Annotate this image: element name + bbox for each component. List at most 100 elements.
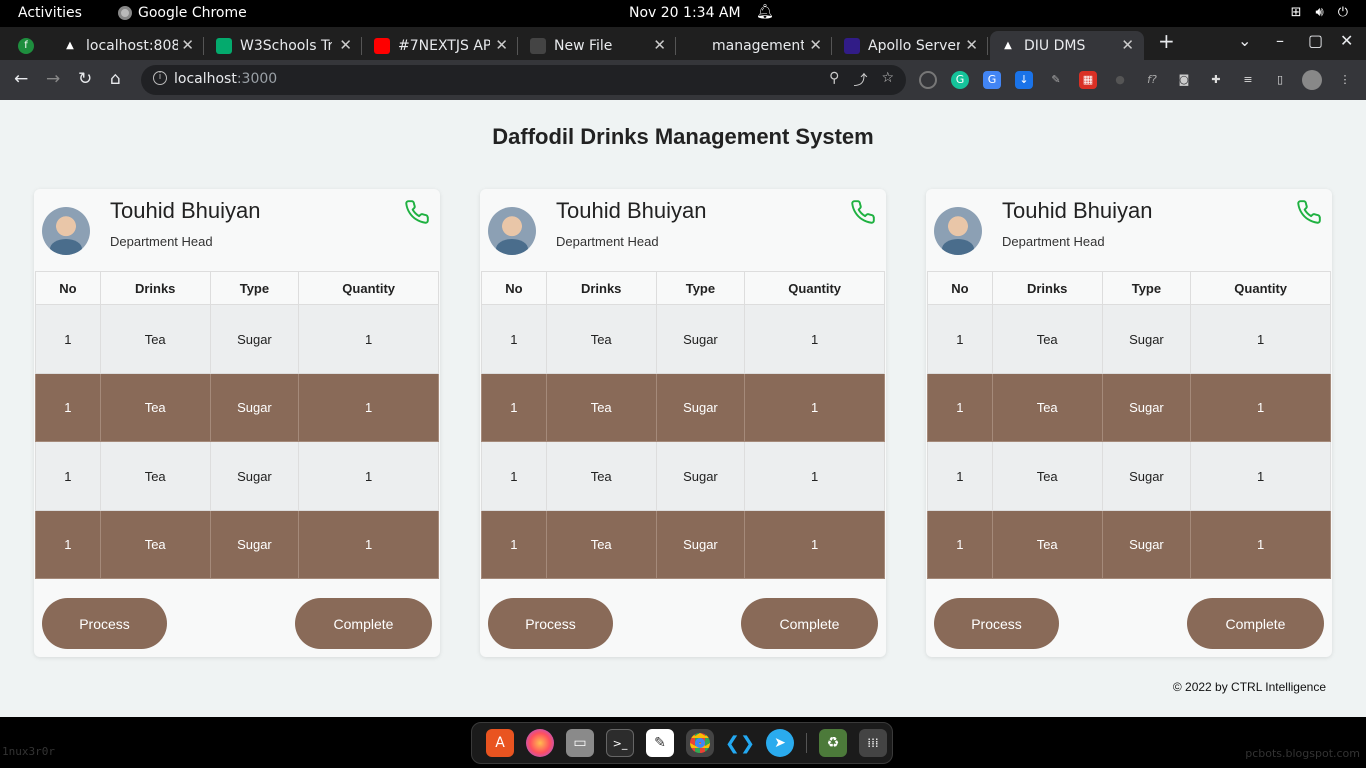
back-icon[interactable]: ← <box>14 69 28 89</box>
tab-close-icon[interactable]: ✕ <box>653 36 666 54</box>
tab-close-icon[interactable]: ✕ <box>809 36 822 54</box>
table-cell: 1 <box>298 373 439 442</box>
tab-4[interactable]: management ✕ <box>678 31 832 60</box>
forward-icon[interactable]: → <box>46 69 60 89</box>
vscode-icon[interactable]: ❮❯ <box>725 729 755 757</box>
tab-close-icon[interactable]: ✕ <box>339 36 352 54</box>
site-info-icon[interactable]: i <box>153 71 167 85</box>
dock-separator <box>806 733 807 753</box>
url-text[interactable]: localhost:3000 <box>174 71 277 87</box>
table-cell: 1 <box>744 441 885 511</box>
profile-avatar[interactable] <box>1302 70 1322 90</box>
tab-title: #7NEXTJS AP <box>398 37 490 54</box>
tab-group-icon: f <box>18 37 34 54</box>
table-row: 1 Tea Sugar 1 <box>481 373 885 442</box>
chrome-dock-icon[interactable] <box>686 729 714 757</box>
telegram-icon[interactable]: ➤ <box>766 729 794 757</box>
clock[interactable]: Nov 20 1:34 AM <box>629 5 741 21</box>
process-button[interactable]: Process <box>42 598 167 649</box>
software-center-icon[interactable]: A <box>486 729 514 757</box>
zoom-icon[interactable]: ⚲ <box>829 70 839 90</box>
notification-bell-icon[interactable]: 🔔︎ <box>756 4 774 20</box>
formula-icon[interactable]: f? <box>1143 71 1161 89</box>
extensions-puzzle-icon[interactable]: ✚ <box>1207 71 1225 89</box>
terminal-icon[interactable]: >_ <box>606 729 634 757</box>
system-tray[interactable]: ⊞ 🔊︎ ⏻ <box>1291 5 1348 20</box>
apollo-icon <box>844 37 860 54</box>
complete-button[interactable]: Complete <box>741 598 878 649</box>
table-cell: 1 <box>1190 373 1331 442</box>
files-icon[interactable]: ▭ <box>566 729 594 757</box>
person-name: Touhid Bhuiyan <box>556 198 707 223</box>
camera-icon[interactable]: ◙ <box>1175 71 1193 89</box>
tab-search-chevron-icon[interactable]: ⌄ <box>1238 31 1251 50</box>
tab-separator <box>361 37 362 55</box>
color-picker-icon[interactable]: ✎ <box>1047 71 1065 89</box>
trash-icon[interactable]: ♻ <box>819 729 847 757</box>
table-row: 1 Tea Sugar 1 <box>481 510 885 579</box>
person-role: Department Head <box>1002 234 1105 249</box>
tab-1[interactable]: W3Schools Tr ✕ <box>206 31 362 60</box>
table-cell: Tea <box>545 510 657 579</box>
table-cell: 1 <box>481 510 547 579</box>
person-role: Department Head <box>110 234 213 249</box>
tab-2[interactable]: #7NEXTJS AP ✕ <box>364 31 518 60</box>
translate-icon[interactable]: G <box>983 71 1001 89</box>
power-icon: ⏻ <box>1337 5 1348 20</box>
address-bar[interactable]: i localhost:3000 ⚲ ⤴ ☆ <box>141 65 906 95</box>
tab-close-icon[interactable]: ✕ <box>965 36 978 54</box>
firefox-icon[interactable] <box>526 729 554 757</box>
table-cell: 1 <box>35 304 101 374</box>
tab-3[interactable]: New File ✕ <box>520 31 676 60</box>
extension-red-icon[interactable]: ▦ <box>1079 71 1097 89</box>
youtube-icon <box>374 37 390 54</box>
close-window-button[interactable]: ✕ <box>1340 31 1353 50</box>
activities-button[interactable]: Activities <box>18 5 82 21</box>
phone-icon[interactable] <box>1296 199 1322 225</box>
chrome-menu-icon[interactable]: ⋮ <box>1336 71 1354 89</box>
table-cell: Tea <box>99 441 211 511</box>
tab-6[interactable]: ▲ DIU DMS ✕ <box>990 31 1144 60</box>
tab-close-icon[interactable]: ✕ <box>495 36 508 54</box>
process-button[interactable]: Process <box>934 598 1059 649</box>
table-row: 1 Tea Sugar 1 <box>927 304 1331 374</box>
extension-circle-icon[interactable] <box>919 71 937 89</box>
process-button[interactable]: Process <box>488 598 613 649</box>
complete-button[interactable]: Complete <box>1187 598 1324 649</box>
media-queue-icon[interactable]: ≡ <box>1239 71 1257 89</box>
show-apps-icon[interactable]: ⁞⁞⁞ <box>859 729 887 757</box>
tab-close-icon[interactable]: ✕ <box>1121 36 1134 54</box>
table-cell: 1 <box>35 373 101 442</box>
column-header: No <box>927 271 993 305</box>
extension-dim-icon[interactable]: ● <box>1111 71 1129 89</box>
dock-area: A ▭ >_ ✎ ❮❯ ➤ ♻ ⁞⁞⁞ <box>0 717 1366 768</box>
complete-button[interactable]: Complete <box>295 598 432 649</box>
reload-icon[interactable]: ↻ <box>78 69 92 89</box>
download-icon[interactable]: ↓ <box>1015 71 1033 89</box>
side-panel-icon[interactable]: ▯ <box>1271 71 1289 89</box>
bookmark-star-icon[interactable]: ☆ <box>881 70 894 90</box>
table-cell: Tea <box>99 510 211 579</box>
system-top-bar: Activities Google Chrome Nov 20 1:34 AM … <box>0 0 1366 27</box>
column-header: Drinks <box>991 271 1103 305</box>
tab-strip: f ▲ localhost:808 ✕ W3Schools Tr ✕ #7NEXTJS A… <box>0 27 1366 60</box>
table-cell: Tea <box>991 304 1103 374</box>
phone-icon[interactable] <box>404 199 430 225</box>
phone-icon[interactable] <box>850 199 876 225</box>
tab-5[interactable]: Apollo Server ✕ <box>834 31 988 60</box>
tab-special[interactable]: f <box>8 31 44 60</box>
home-icon[interactable]: ⌂ <box>110 69 121 89</box>
grammarly-icon[interactable]: G <box>951 71 969 89</box>
text-editor-icon[interactable]: ✎ <box>646 729 674 757</box>
maximize-button[interactable]: ▢ <box>1308 31 1323 50</box>
table-cell: 1 <box>481 441 547 511</box>
tab-close-icon[interactable]: ✕ <box>181 36 194 54</box>
new-tab-button[interactable]: + <box>1158 29 1175 53</box>
column-header: Quantity <box>298 271 439 305</box>
share-icon[interactable]: ⤴ <box>853 70 867 90</box>
avatar <box>934 207 982 255</box>
tab-0[interactable]: ▲ localhost:808 ✕ <box>52 31 204 60</box>
minimize-button[interactable]: – <box>1276 31 1284 50</box>
column-header: Drinks <box>545 271 657 305</box>
app-menu[interactable]: Google Chrome <box>118 5 247 21</box>
